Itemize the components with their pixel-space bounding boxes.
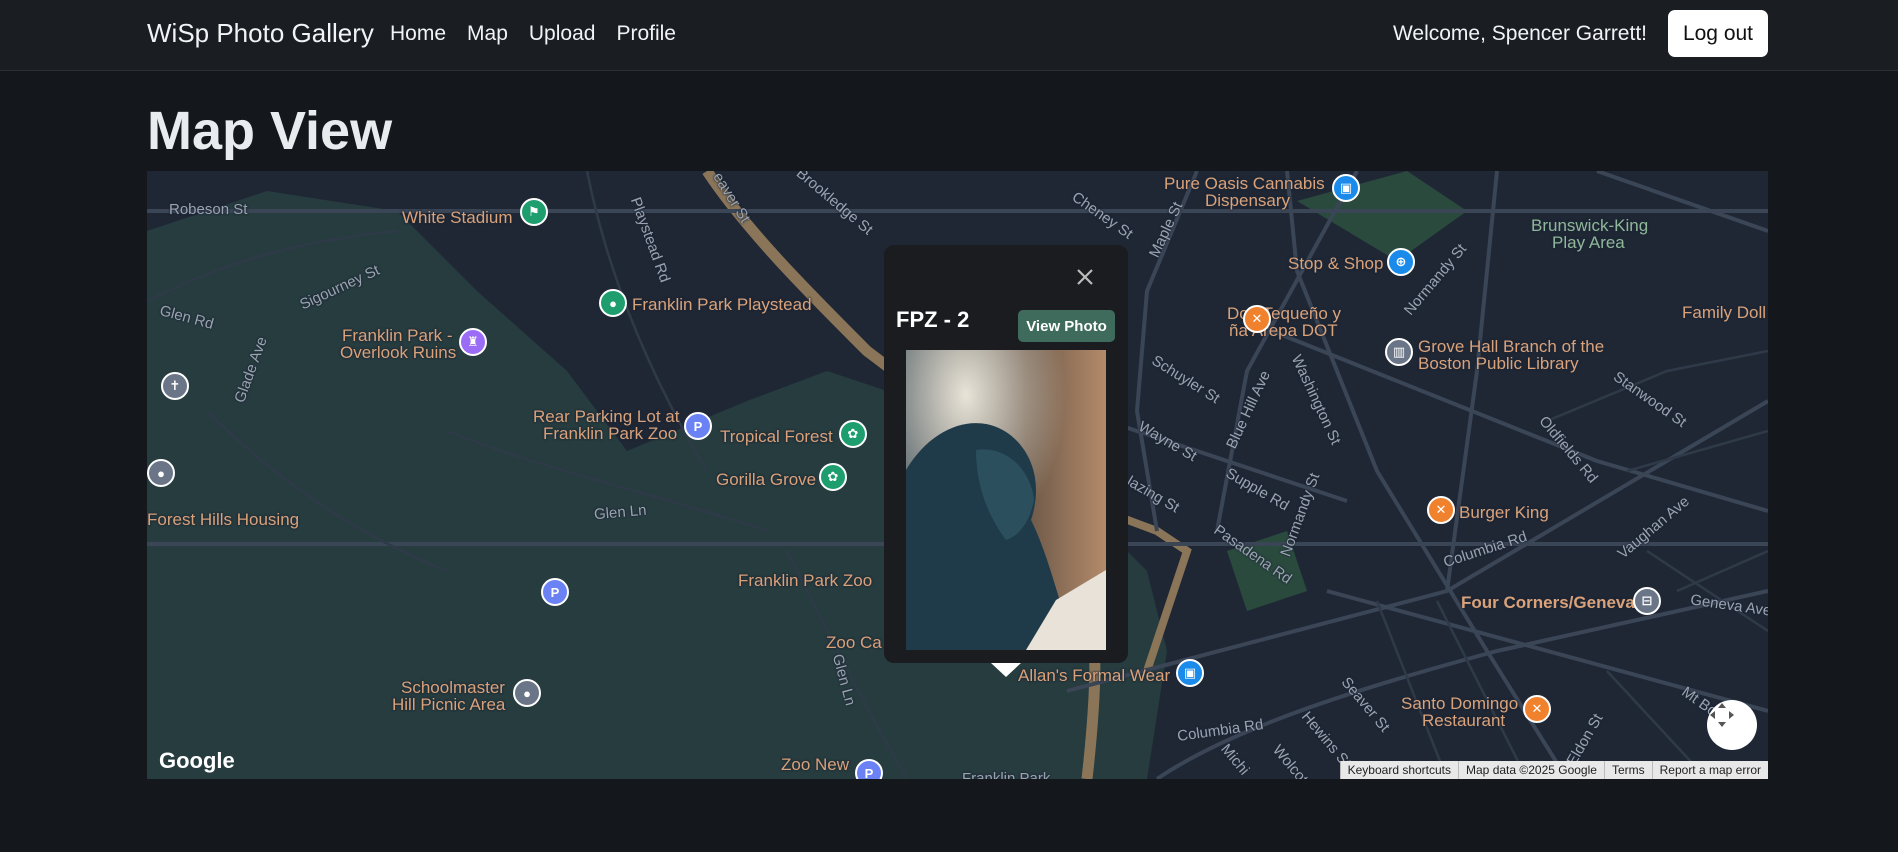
map-label-four-corners: Four Corners/Geneva <box>1461 593 1635 612</box>
burger-pin-icon[interactable]: ✕ <box>1427 496 1455 524</box>
map-label-franklin-zoo: Franklin Park Zoo <box>738 571 873 590</box>
map-label-schoolmaster-2: Hill Picnic Area <box>392 695 506 714</box>
map-data-text: Map data ©2025 Google <box>1458 761 1604 779</box>
map-label-allans: Allan's Formal Wear <box>1018 666 1171 685</box>
navbar: WiSp Photo Gallery Home Map Upload Profi… <box>0 0 1898 71</box>
restaurant-pin-icon-2[interactable]: ✕ <box>1523 695 1551 723</box>
logout-button[interactable]: Log out <box>1668 10 1768 57</box>
parking-pin-icon-3[interactable]: P <box>855 759 883 779</box>
map-label-franklin-playstead: Franklin Park Playstead <box>632 295 812 314</box>
map-pan-control-icon[interactable] <box>1707 700 1757 750</box>
restaurant-pin-icon[interactable]: ✕ <box>1243 305 1271 333</box>
nav-map[interactable]: Map <box>467 22 508 46</box>
shopping-bag-pin-icon-2[interactable]: ▣ <box>1176 659 1204 687</box>
landmark-pin-icon[interactable]: ♜ <box>459 328 487 356</box>
close-icon[interactable] <box>1070 262 1100 292</box>
photo-thumbnail[interactable] <box>906 350 1106 650</box>
popup-title: FPZ - 2 <box>896 307 970 332</box>
report-error-link[interactable]: Report a map error <box>1651 761 1768 779</box>
map-label-brunswick-2: Play Area <box>1552 233 1625 252</box>
map-label-stop-shop: Stop & Shop <box>1288 254 1384 273</box>
map-label-zoo-ca: Zoo Ca <box>826 633 882 652</box>
nav-links: Home Map Upload Profile <box>390 22 676 46</box>
view-photo-button[interactable]: View Photo <box>1018 310 1115 342</box>
map-label-gorilla: Gorilla Grove <box>716 470 817 489</box>
nav-profile[interactable]: Profile <box>616 22 676 46</box>
parking-pin-icon[interactable]: P <box>684 412 712 440</box>
map-label-robeson: Robeson St <box>169 201 248 218</box>
zoo-paw-pin-icon[interactable]: ✿ <box>839 420 867 448</box>
welcome-text: Welcome, Spencer Garrett! <box>1392 22 1647 45</box>
library-pin-icon[interactable]: ▥ <box>1385 338 1413 366</box>
nav-upload[interactable]: Upload <box>529 22 596 46</box>
map-label-franklin-overlook-2: Overlook Ruins <box>340 343 457 362</box>
popup-tail <box>991 663 1021 677</box>
shopping-cart-pin-icon[interactable]: ⊕ <box>1387 248 1415 276</box>
nav-home[interactable]: Home <box>390 22 446 46</box>
map-label-tropical: Tropical Forest <box>720 427 833 446</box>
map-label-burger-king: Burger King <box>1459 503 1549 522</box>
stadium-pin-icon[interactable]: ⚑ <box>520 198 548 226</box>
parking-pin-icon-2[interactable]: P <box>541 578 569 606</box>
place-pin-icon[interactable]: ● <box>147 459 175 487</box>
picnic-pin-icon[interactable]: ● <box>513 679 541 707</box>
map-label-zoo-new: Zoo New <box>781 755 850 774</box>
keyboard-shortcuts-link[interactable]: Keyboard shortcuts <box>1339 761 1458 779</box>
terms-link[interactable]: Terms <box>1603 761 1652 779</box>
map-label-grove-hall-2: Boston Public Library <box>1418 354 1579 373</box>
map-label-family-doll: Family Doll <box>1682 303 1767 322</box>
google-logo: Google <box>159 748 235 773</box>
photo-info-window: FPZ - 2 View Photo <box>884 245 1128 663</box>
brand[interactable]: WiSp Photo Gallery <box>147 18 374 49</box>
page-title: Map View <box>147 101 393 161</box>
zoo-paw-pin-icon-2[interactable]: ✿ <box>819 463 847 491</box>
transit-pin-icon[interactable]: ⊟ <box>1633 587 1661 615</box>
shopping-bag-pin-icon[interactable]: ▣ <box>1332 174 1360 202</box>
park-pin-icon[interactable]: ● <box>599 289 627 317</box>
map-attribution: Keyboard shortcuts Map data ©2025 Google… <box>1339 761 1768 779</box>
cemetery-pin-icon[interactable]: ✝ <box>161 372 189 400</box>
map-label-franklin-park-bottom: Franklin Park <box>962 770 1051 779</box>
map-label-forest-hills: Forest Hills Housing <box>147 510 300 529</box>
map-label-white-stadium: White Stadium <box>402 208 513 227</box>
map-label-santo-domingo-2: Restaurant <box>1422 711 1506 730</box>
map-label-rear-lot-2: Franklin Park Zoo <box>543 424 678 443</box>
map-label-pure-oasis-2: Dispensary <box>1205 191 1291 210</box>
